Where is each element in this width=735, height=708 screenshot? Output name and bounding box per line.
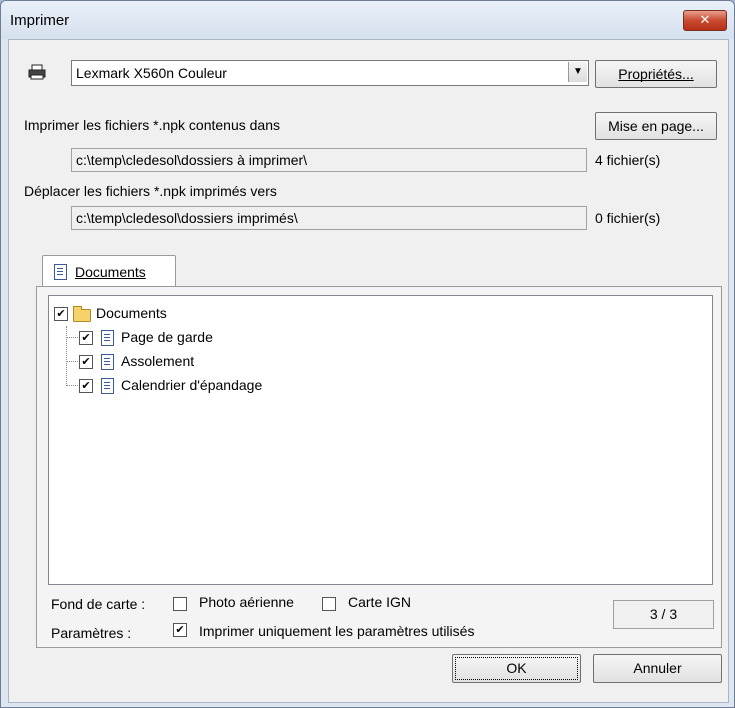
basemap-label: Fond de carte :: [51, 596, 146, 612]
source-path: c:\temp\cledesol\dossiers à imprimer\: [76, 152, 308, 168]
source-count: 4 fichier(s): [595, 152, 661, 168]
destination-label: Déplacer les fichiers *.npk imprimés ver…: [24, 183, 277, 199]
properties-button[interactable]: Propriétés...: [595, 60, 717, 88]
document-counter: 3 / 3: [613, 600, 714, 629]
tree-root-checkbox[interactable]: [54, 307, 68, 321]
source-label: Imprimer les fichiers *.npk contenus dan…: [24, 117, 280, 133]
chevron-down-icon[interactable]: ▼: [568, 62, 587, 82]
dialog-body: Lexmark X560n Couleur ▼ Propriétés... Im…: [8, 39, 729, 703]
page-setup-button-label: Mise en page...: [608, 118, 704, 134]
document-icon: [54, 264, 67, 280]
tree-connector: [66, 326, 67, 386]
aerial-photo-checkbox[interactable]: [173, 597, 187, 611]
used-params-checkbox[interactable]: [173, 623, 187, 637]
tree-item-checkbox[interactable]: [79, 331, 93, 345]
documents-panel: Documents Page de garde Assolement Calen…: [36, 286, 722, 648]
window-title: Imprimer: [10, 12, 70, 29]
tree-item-label[interactable]: Page de garde: [121, 329, 213, 345]
document-tree[interactable]: Documents Page de garde Assolement Calen…: [48, 295, 713, 585]
close-icon: ✕: [699, 12, 711, 27]
params-label: Paramètres :: [51, 625, 132, 641]
tab-documents[interactable]: Documents: [42, 255, 176, 288]
ok-button-label: OK: [506, 660, 527, 676]
title-bar: Imprimer ✕: [1, 1, 734, 39]
aerial-photo-label[interactable]: Photo aérienne: [199, 594, 294, 610]
tree-connector: [66, 361, 78, 362]
tree-item-label[interactable]: Calendrier d'épandage: [121, 377, 262, 393]
ign-map-label[interactable]: Carte IGN: [348, 594, 411, 610]
properties-button-label: Propriétés...: [618, 66, 694, 82]
ok-button[interactable]: OK: [452, 654, 581, 683]
ign-map-checkbox[interactable]: [322, 597, 336, 611]
destination-path: c:\temp\cledesol\dossiers imprimés\: [76, 210, 298, 226]
document-icon: [101, 378, 114, 394]
tab-documents-label: Documents: [75, 264, 146, 280]
tree-connector: [66, 337, 78, 338]
page-setup-button[interactable]: Mise en page...: [595, 112, 717, 140]
cancel-button-label: Annuler: [633, 660, 682, 676]
destination-path-field[interactable]: c:\temp\cledesol\dossiers imprimés\: [71, 206, 587, 230]
tree-item-checkbox[interactable]: [79, 355, 93, 369]
printer-icon: [28, 64, 46, 80]
tree-item-checkbox[interactable]: [79, 379, 93, 393]
cancel-button[interactable]: Annuler: [593, 654, 722, 683]
document-counter-value: 3 / 3: [649, 606, 678, 622]
used-params-label[interactable]: Imprimer uniquement les paramètres utili…: [199, 623, 474, 639]
destination-count: 0 fichier(s): [595, 210, 661, 226]
tree-item-label[interactable]: Assolement: [121, 353, 194, 369]
document-icon: [101, 330, 114, 346]
tree-connector: [66, 385, 78, 386]
tree-root-label[interactable]: Documents: [96, 305, 167, 321]
folder-icon: [73, 306, 91, 322]
print-dialog: Imprimer ✕ Lexmark X560n Couleur ▼ Propr…: [0, 0, 735, 708]
source-path-field[interactable]: c:\temp\cledesol\dossiers à imprimer\: [71, 148, 587, 172]
printer-select-value: Lexmark X560n Couleur: [76, 65, 227, 81]
document-icon: [101, 354, 114, 370]
printer-select[interactable]: Lexmark X560n Couleur ▼: [71, 60, 589, 86]
close-button[interactable]: ✕: [683, 10, 727, 31]
